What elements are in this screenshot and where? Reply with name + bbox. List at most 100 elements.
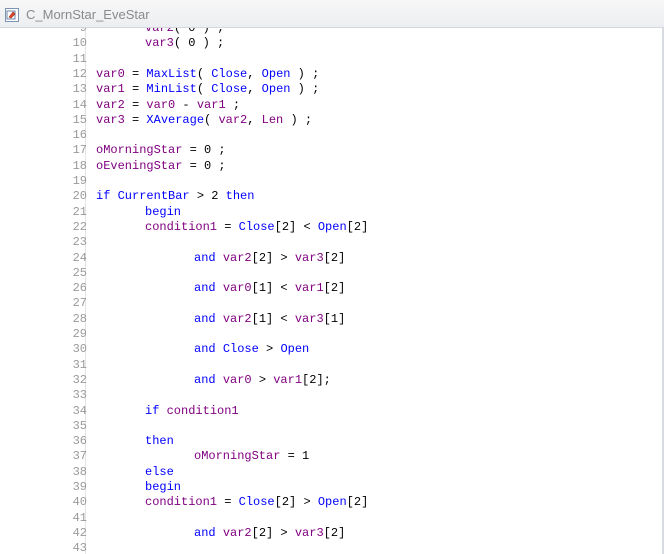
line-number: 10 bbox=[72, 36, 87, 51]
code-token: 2 bbox=[258, 525, 267, 540]
code-token: ] bbox=[361, 219, 369, 234]
code-line[interactable]: and var2[2] > var3[2] bbox=[194, 251, 345, 266]
line-number: 17 bbox=[72, 143, 87, 158]
code-token: ( bbox=[204, 112, 219, 127]
code-token: Close bbox=[211, 82, 248, 97]
code-token: ] bbox=[338, 281, 346, 296]
code-line[interactable]: then bbox=[145, 434, 174, 449]
window-title: C_MornStar_EveStar bbox=[26, 7, 150, 22]
line-number: 40 bbox=[72, 495, 87, 510]
code-token: oEveningStar bbox=[96, 158, 183, 173]
code-token: var2 bbox=[222, 311, 252, 326]
code-token: = bbox=[182, 158, 205, 173]
code-token: Len bbox=[261, 112, 284, 127]
code-line[interactable]: and var0[1] < var1[2] bbox=[194, 281, 345, 296]
line-number: 12 bbox=[72, 66, 87, 81]
code-line[interactable]: oMorningStar = 1 bbox=[194, 449, 309, 464]
code-line[interactable]: begin bbox=[145, 480, 181, 495]
code-line[interactable]: var3( 0 ) ; bbox=[145, 36, 224, 51]
code-token: Close bbox=[222, 342, 259, 357]
code-token: var1 bbox=[273, 372, 303, 387]
code-line[interactable]: if CurrentBar > 2 then bbox=[96, 189, 254, 204]
code-line[interactable]: var3 = XAverage( var2, Len ) ; bbox=[96, 113, 312, 128]
code-token: [ bbox=[346, 219, 354, 234]
line-number: 30 bbox=[72, 342, 87, 357]
code-token: then bbox=[225, 189, 255, 204]
code-token: 2 bbox=[330, 250, 339, 265]
code-line[interactable]: else bbox=[145, 465, 174, 480]
code-token: Close bbox=[211, 66, 248, 81]
code-token: var0 bbox=[146, 97, 176, 112]
code-token: = bbox=[182, 143, 205, 158]
code-token: > bbox=[273, 525, 295, 540]
code-token: and bbox=[194, 372, 216, 387]
code-line[interactable]: var1 = MinList( Close, Open ) ; bbox=[96, 82, 319, 97]
code-token: ] bbox=[338, 311, 346, 326]
code-token: oMorningStar bbox=[96, 143, 183, 158]
code-token: var3 bbox=[145, 36, 174, 51]
code-token: var2 bbox=[222, 250, 252, 265]
code-token: var1 bbox=[294, 281, 324, 296]
code-line[interactable]: var2( 0 ) ; bbox=[145, 28, 224, 36]
code-token: Open bbox=[317, 219, 347, 234]
code-line[interactable]: oEveningStar = 0 ; bbox=[96, 159, 226, 174]
code-token: var3 bbox=[294, 525, 324, 540]
line-number: 19 bbox=[72, 174, 87, 188]
code-line[interactable]: begin bbox=[145, 205, 181, 220]
line-number: 16 bbox=[72, 128, 87, 143]
script-document-icon bbox=[5, 8, 19, 22]
code-token: [ bbox=[251, 525, 259, 540]
line-number: 38 bbox=[72, 464, 87, 479]
code-token: var2 bbox=[222, 525, 252, 540]
title-bar[interactable]: C_MornStar_EveStar bbox=[0, 0, 664, 28]
code-token: = bbox=[217, 219, 239, 234]
code-token: 1 bbox=[302, 449, 310, 464]
code-line[interactable]: var0 = MaxList( Close, Open ) ; bbox=[96, 67, 319, 82]
code-line[interactable]: var2 = var0 - var1 ; bbox=[96, 98, 240, 113]
line-number: 11 bbox=[72, 51, 87, 66]
code-token: ( bbox=[173, 36, 189, 51]
code-token: if bbox=[145, 403, 160, 418]
code-token: = bbox=[124, 97, 147, 112]
code-editor[interactable]: 9 10 11 12 13 14 15 16 17 18 19 20 21 22 23 24 25 26 27 28 2… bbox=[0, 28, 664, 554]
code-token: begin bbox=[145, 204, 182, 219]
line-number: 18 bbox=[72, 158, 87, 173]
code-line[interactable]: condition1 = Close[2] > Open[2] bbox=[145, 495, 368, 510]
line-number: 13 bbox=[72, 82, 87, 97]
line-number: 32 bbox=[72, 372, 87, 387]
code-line[interactable]: and var2[1] < var3[1] bbox=[194, 312, 345, 327]
code-token: < bbox=[273, 281, 295, 296]
code-token: ; bbox=[211, 158, 226, 173]
line-number: 27 bbox=[72, 296, 87, 311]
code-line[interactable]: and var2[2] > var3[2] bbox=[194, 526, 345, 541]
code-token: Close bbox=[238, 495, 275, 510]
code-token: , bbox=[247, 82, 262, 97]
code-token: Open bbox=[261, 82, 291, 97]
code-token: ) ; bbox=[195, 36, 225, 51]
line-number: 9 bbox=[79, 28, 87, 35]
code-token: var3 bbox=[96, 112, 125, 127]
line-number: 36 bbox=[72, 434, 87, 449]
code-line[interactable]: condition1 = Close[2] < Open[2] bbox=[145, 220, 368, 235]
code-token: > bbox=[273, 250, 295, 265]
code-token: 1 bbox=[258, 311, 267, 326]
code-token: ] bbox=[338, 250, 346, 265]
code-token: and bbox=[194, 250, 216, 265]
code-token: = bbox=[280, 449, 303, 464]
code-line[interactable]: and Close > Open bbox=[194, 342, 309, 357]
code-line[interactable]: oMorningStar = 0 ; bbox=[96, 143, 226, 158]
code-token: var0 bbox=[96, 66, 125, 81]
line-number: 22 bbox=[72, 219, 87, 234]
code-token: - bbox=[175, 97, 197, 112]
code-token: else bbox=[145, 464, 174, 479]
code-line[interactable]: if condition1 bbox=[145, 404, 239, 419]
code-line[interactable]: and var0 > var1[2]; bbox=[194, 373, 331, 388]
code-token: ; bbox=[211, 143, 226, 158]
code-token: [ bbox=[274, 219, 282, 234]
code-token: = bbox=[124, 82, 147, 97]
code-token: condition1 bbox=[166, 403, 239, 418]
line-number: 15 bbox=[72, 112, 87, 127]
